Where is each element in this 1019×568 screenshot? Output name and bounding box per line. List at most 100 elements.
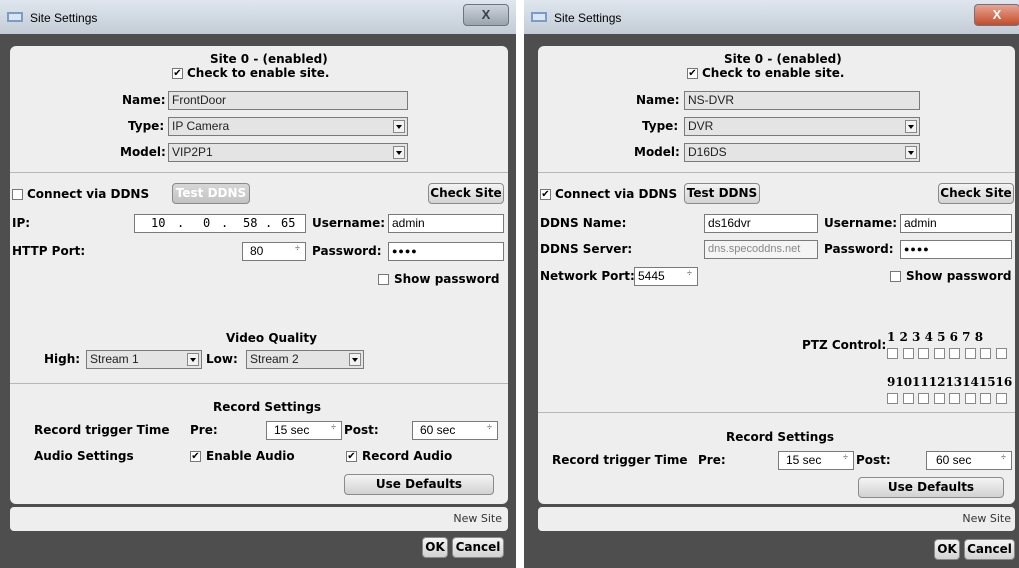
network-port-stepper[interactable]: 5445 ÷ — [634, 267, 698, 286]
test-ddns-button[interactable]: Test DDNS — [684, 183, 760, 204]
ddns-checkbox[interactable] — [12, 189, 23, 200]
use-defaults-button[interactable]: Use Defaults — [858, 477, 1004, 498]
ptz-row-2-numbers: 910111213141516 — [887, 375, 1013, 389]
ip-field[interactable]: 10 . 0 . 58 . 65 — [134, 214, 306, 233]
type-select[interactable]: DVR — [684, 117, 920, 136]
password-field[interactable]: ●●●● — [388, 242, 504, 261]
pre-value: 15 sec — [274, 423, 310, 437]
divider — [10, 172, 508, 173]
window-title: Site Settings — [30, 11, 98, 25]
record-audio-checkbox[interactable]: ✔ — [346, 451, 357, 462]
pre-time-stepper[interactable]: 15 sec ÷ — [266, 421, 342, 440]
ddns-name-field[interactable]: ds16dvr — [704, 214, 818, 233]
close-button[interactable]: X — [974, 4, 1019, 26]
model-select[interactable]: D16DS — [684, 143, 920, 162]
ptz-checkbox-8[interactable] — [995, 348, 1007, 359]
enable-site-checkbox[interactable]: ✔ — [687, 68, 698, 79]
username-label: Username: — [312, 216, 386, 230]
enable-audio-label: Enable Audio — [206, 449, 295, 463]
test-ddns-button[interactable]: Test DDNS — [172, 183, 250, 204]
ptz-checkbox-15[interactable] — [980, 393, 991, 404]
cancel-button[interactable]: Cancel — [452, 537, 504, 558]
enable-site-checkbox[interactable]: ✔ — [172, 68, 183, 79]
type-value: DVR — [688, 119, 714, 133]
cancel-button[interactable]: Cancel — [964, 539, 1015, 560]
divider — [538, 412, 1015, 413]
spinner-icon[interactable]: ÷ — [484, 423, 495, 437]
check-site-button[interactable]: Check Site — [938, 183, 1014, 204]
enable-audio-checkbox[interactable]: ✔ — [190, 451, 201, 462]
footer-panel: New Site — [10, 507, 508, 531]
spinner-icon[interactable]: ÷ — [328, 423, 339, 437]
use-defaults-button[interactable]: Use Defaults — [344, 474, 494, 495]
ptz-checkbox-13[interactable] — [949, 393, 960, 404]
ip-dot: . — [177, 216, 185, 230]
http-port-stepper[interactable]: 80 ÷ — [242, 242, 306, 261]
chevron-down-icon[interactable] — [187, 353, 199, 366]
new-site-label: New Site — [453, 512, 502, 525]
show-password-checkbox[interactable] — [378, 274, 389, 285]
name-field[interactable]: FrontDoor — [168, 91, 408, 110]
chevron-down-icon[interactable] — [905, 120, 917, 133]
close-button[interactable]: X — [463, 4, 509, 26]
ptz-checkbox-10[interactable] — [902, 393, 914, 404]
site-header: Site 0 - (enabled) — [724, 52, 842, 66]
divider — [538, 172, 1015, 173]
high-stream-select[interactable]: Stream 1 — [86, 350, 202, 369]
chevron-down-icon[interactable] — [393, 120, 405, 133]
spinner-icon[interactable]: ÷ — [684, 269, 695, 283]
chevron-down-icon[interactable] — [393, 146, 405, 159]
ptz-checkbox-5[interactable] — [949, 348, 960, 359]
name-field[interactable]: NS-DVR — [684, 91, 920, 110]
enable-site-label: Check to enable site. — [702, 66, 845, 80]
name-label: Name: — [636, 93, 680, 107]
username-field[interactable]: admin — [388, 214, 504, 233]
type-select[interactable]: IP Camera — [168, 117, 408, 136]
record-trigger-label: Record trigger Time — [34, 423, 170, 437]
ok-button[interactable]: OK — [934, 539, 960, 560]
title-bar[interactable]: Site Settings X — [0, 0, 516, 34]
footer-panel: New Site — [538, 507, 1015, 531]
spinner-icon[interactable]: ÷ — [840, 453, 851, 467]
ptz-checkbox-2[interactable] — [902, 348, 914, 359]
ptz-row-2-checkboxes — [887, 393, 1011, 405]
ptz-checkbox-4[interactable] — [933, 348, 945, 359]
ptz-row-1-numbers: 1 2 3 4 5 6 7 8 — [887, 330, 984, 344]
post-time-stepper[interactable]: 60 sec ÷ — [926, 451, 1012, 470]
password-label: Password: — [824, 242, 894, 256]
ptz-checkbox-14[interactable] — [964, 393, 976, 404]
ptz-checkbox-3[interactable] — [918, 348, 929, 359]
pre-time-stepper[interactable]: 15 sec ÷ — [778, 451, 854, 470]
ptz-checkbox-1[interactable] — [887, 348, 898, 359]
chevron-down-icon[interactable] — [905, 146, 917, 159]
low-label: Low: — [206, 352, 238, 366]
model-label: Model: — [634, 145, 680, 159]
spinner-icon[interactable]: ÷ — [998, 453, 1009, 467]
enable-site-label: Check to enable site. — [187, 66, 330, 80]
ddns-checkbox[interactable]: ✔ — [540, 189, 551, 200]
spinner-icon[interactable]: ÷ — [292, 244, 303, 258]
ptz-checkbox-12[interactable] — [933, 393, 945, 404]
record-trigger-label: Record trigger Time — [552, 453, 688, 467]
ddns-server-field[interactable]: dns.specoddns.net — [704, 240, 818, 259]
model-select[interactable]: VIP2P1 — [168, 143, 408, 162]
model-value: D16DS — [688, 145, 727, 159]
low-stream-select[interactable]: Stream 2 — [246, 350, 364, 369]
post-time-stepper[interactable]: 60 sec ÷ — [412, 421, 498, 440]
title-bar[interactable]: Site Settings X — [524, 0, 1019, 34]
http-port-label: HTTP Port: — [12, 244, 86, 258]
username-field[interactable]: admin — [900, 214, 1012, 233]
check-site-button[interactable]: Check Site — [428, 183, 504, 204]
username-label: Username: — [824, 216, 898, 230]
ptz-checkbox-6[interactable] — [964, 348, 976, 359]
type-label: Type: — [642, 119, 679, 133]
ptz-checkbox-11[interactable] — [918, 393, 929, 404]
password-field[interactable]: ●●●● — [900, 240, 1012, 259]
ptz-checkbox-16[interactable] — [995, 393, 1007, 404]
ptz-checkbox-9[interactable] — [887, 393, 898, 404]
show-password-checkbox[interactable] — [890, 271, 901, 282]
video-quality-heading: Video Quality — [226, 331, 317, 345]
chevron-down-icon[interactable] — [349, 353, 361, 366]
ptz-checkbox-7[interactable] — [980, 348, 991, 359]
ok-button[interactable]: OK — [422, 537, 448, 558]
